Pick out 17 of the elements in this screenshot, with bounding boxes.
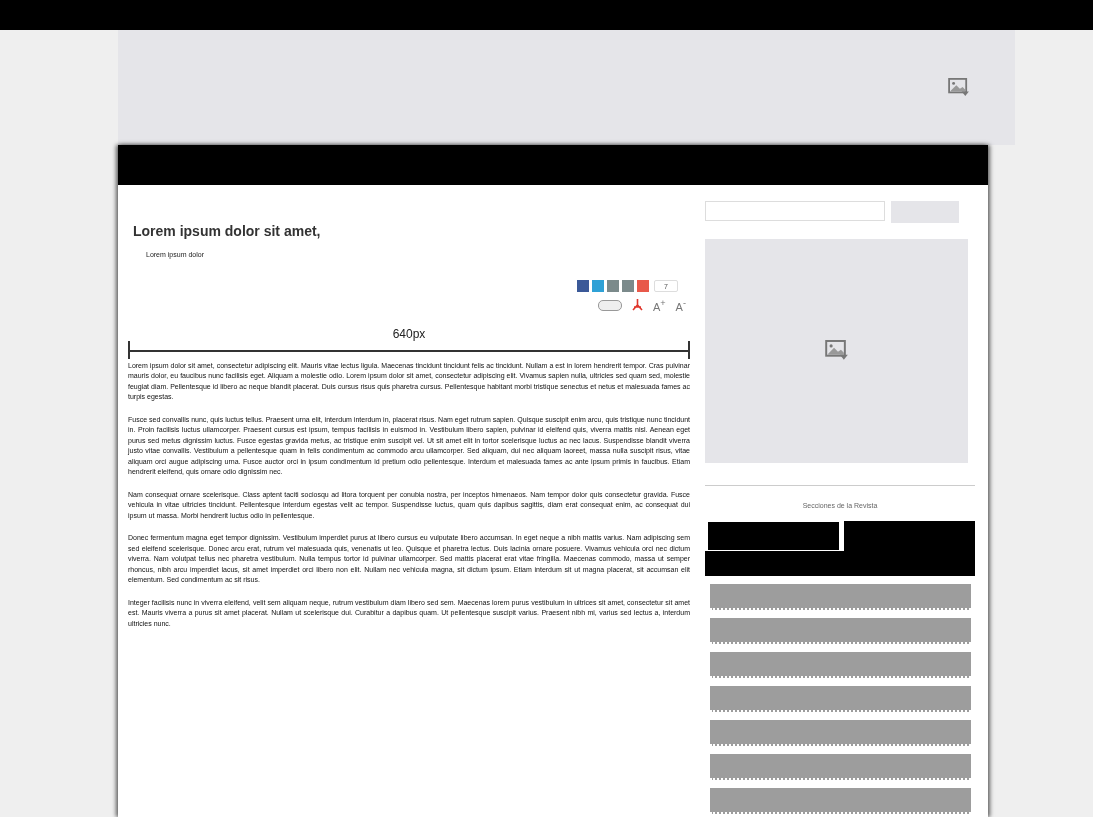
search-field[interactable]	[705, 201, 885, 221]
font-size-button[interactable]: A$^{-}$	[675, 298, 686, 313]
pdf-icon[interactable]	[631, 299, 643, 312]
font-size-button[interactable]: A$^{+}$	[652, 298, 666, 313]
image-icon	[948, 77, 970, 98]
image-icon	[824, 340, 849, 362]
section-list-item[interactable]	[710, 652, 971, 678]
section-list-item[interactable]	[710, 788, 971, 814]
article-title: Lorem ipsum dolor sit amet,	[133, 223, 322, 239]
section-list-item[interactable]	[710, 720, 971, 746]
section-list-item[interactable]	[710, 584, 971, 610]
listen-button[interactable]	[597, 299, 622, 311]
section-list-item[interactable]	[710, 618, 971, 644]
section-list-item[interactable]	[710, 686, 971, 712]
section-tab[interactable]	[707, 521, 840, 551]
section-list-item[interactable]	[710, 754, 971, 780]
width-label: 640px	[391, 326, 427, 341]
